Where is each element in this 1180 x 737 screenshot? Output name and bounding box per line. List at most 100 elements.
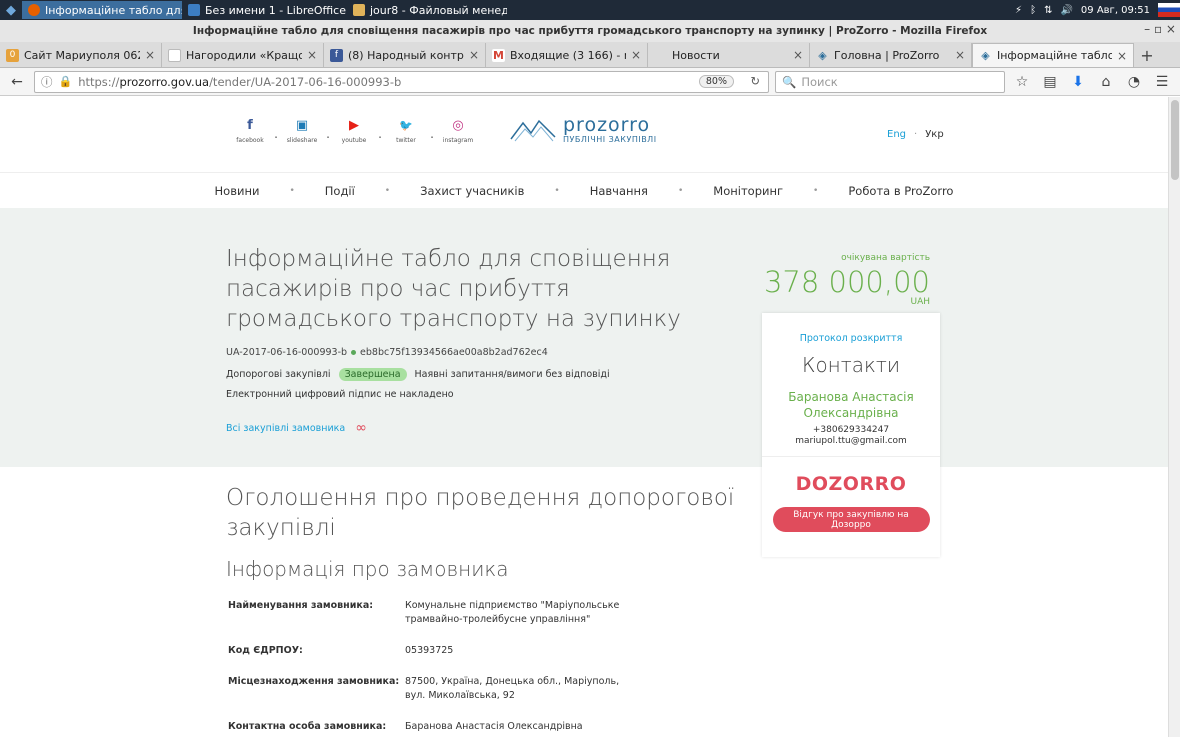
tender-hash: eb8bc75f13934566ae00a8b2ad762ec4 (360, 347, 548, 358)
download-icon[interactable]: ⬇ (1067, 71, 1089, 93)
taskbar-task-firefox[interactable]: Інформаційне табло для с... (22, 1, 182, 19)
browser-tab[interactable]: M Входящие (3 166) - news × (486, 43, 648, 67)
protocol-link[interactable]: Протокол розкриття (762, 333, 940, 344)
tender-title: Інформаційне табло для сповіщення пасажи… (226, 246, 681, 332)
back-button[interactable]: ← (6, 71, 28, 93)
tab-bar: 0 Сайт Мариуполя 0629.c × Нагородили «Кращ… (0, 22, 1180, 68)
libreoffice-writer-icon (188, 4, 200, 16)
social-label: youtube (341, 137, 367, 144)
tab-label: (8) Народный контроль (348, 48, 464, 62)
browser-tab[interactable]: f (8) Народный контроль × (324, 43, 486, 67)
bookmark-star-icon[interactable]: ☆ (1011, 71, 1033, 93)
row-value: Баранова Анастасія Олександрівна (405, 721, 583, 732)
browser-tab[interactable]: Нагородили «Кращого спор × (162, 43, 324, 67)
nav-item-events[interactable]: Події (295, 184, 385, 198)
search-icon: 🔍 (782, 74, 797, 89)
separator-dot: · (914, 129, 918, 140)
tender-id: UA-2017-06-16-000993-b (226, 347, 348, 358)
gmail-icon: M (492, 48, 505, 62)
search-placeholder: Поиск (801, 74, 838, 89)
taskbar-task-file-manager[interactable]: jour8 - Файловый менеджер (347, 1, 507, 19)
status-badge: Завершена (338, 368, 407, 381)
contacts-heading: Контакти (801, 353, 901, 377)
close-icon[interactable]: × (469, 48, 479, 62)
social-label: instagram (442, 137, 474, 144)
nav-item-news[interactable]: Новини (185, 184, 290, 198)
announcement-heading: Оголошення про проведення допорогової за… (226, 485, 735, 541)
nav-item-monitoring[interactable]: Моніторинг (683, 184, 813, 198)
new-tab-button[interactable]: + (1134, 43, 1160, 67)
scrollbar-thumb[interactable] (1171, 100, 1179, 180)
social-instagram[interactable]: ◎ instagram (434, 117, 482, 145)
social-label: slideshare (286, 137, 318, 144)
social-facebook[interactable]: f facebook (226, 117, 274, 145)
row-key: Найменування замовника: (228, 600, 374, 611)
browser-tab[interactable]: Новости × (648, 43, 810, 67)
status-dot-icon (351, 350, 357, 355)
tender-id-line: UA-2017-06-16-000993-b eb8bc75f13934566a… (226, 347, 548, 358)
keyboard-layout-flag-icon[interactable] (1158, 3, 1180, 17)
close-icon[interactable]: × (1117, 49, 1127, 63)
social-twitter[interactable]: 🐦 twitter (382, 117, 430, 145)
search-input[interactable]: 🔍 Поиск (775, 70, 1005, 93)
window-controls[interactable]: – ▫ × (1144, 22, 1176, 36)
table-row: Контактна особа замовника: Баранова Анаст… (226, 720, 746, 734)
tab-label: Інформаційне табло д (997, 49, 1112, 62)
close-icon[interactable]: × (145, 48, 155, 62)
home-icon[interactable]: ⌂ (1095, 71, 1117, 93)
taskbar-task-label: jour8 - Файловый менеджер (370, 3, 507, 17)
zoom-indicator[interactable]: 80% (698, 74, 734, 88)
menu-icon[interactable]: ☰ (1151, 71, 1173, 93)
nav-item-protection[interactable]: Захист учасників (390, 184, 554, 198)
browser-tab-active[interactable]: ◈ Інформаційне табло д × (972, 43, 1134, 67)
prozorro-logo[interactable]: prozorro ПУБЛІЧНІ ЗАКУПІВЛІ (509, 115, 657, 144)
social-label: twitter (396, 137, 416, 144)
tab-label: Нагородили «Кращого спор (186, 48, 302, 62)
customer-info-table: Найменування замовника: Комунальне підпри… (226, 599, 746, 734)
browser-tab[interactable]: ◈ Головна | ProZorro × (810, 43, 972, 67)
close-icon[interactable]: × (307, 48, 317, 62)
start-menu-icon[interactable]: ◆ (0, 0, 22, 20)
close-icon[interactable]: × (793, 48, 803, 62)
row-value: 05393725 (405, 645, 454, 656)
tender-meta: Допорогові закупівлі Завершена Наявні за… (226, 368, 610, 381)
binoculars-icon[interactable]: ∞ (355, 420, 367, 436)
language-switcher: Eng · Укр (887, 129, 944, 140)
firefox-icon (28, 4, 40, 16)
volume-icon[interactable]: 🔊 (1060, 5, 1072, 16)
bluetooth-icon[interactable]: ᛒ (1030, 5, 1036, 16)
folder-icon (353, 4, 365, 16)
browser-tab[interactable]: 0 Сайт Мариуполя 0629.c × (0, 43, 162, 67)
taskbar-task-label: Інформаційне табло для с... (45, 3, 182, 17)
nav-item-careers[interactable]: Робота в ProZorro (818, 184, 983, 198)
table-row: Найменування замовника: Комунальне підпри… (226, 599, 746, 627)
reading-list-icon[interactable]: ▤ (1039, 71, 1061, 93)
lang-en-link[interactable]: Eng (887, 129, 906, 140)
close-icon[interactable]: × (631, 48, 641, 62)
reload-icon[interactable]: ↻ (750, 74, 760, 88)
social-youtube[interactable]: ▶ youtube (330, 117, 378, 145)
nav-item-training[interactable]: Навчання (560, 184, 678, 198)
info-icon[interactable]: ⓘ (41, 74, 53, 90)
url-bar[interactable]: ⓘ 🔒 https://prozorro.gov.ua/tender/UA-20… (34, 70, 769, 93)
dozorro-feedback-button[interactable]: Відгук про закупівлю на Дозорро (772, 507, 930, 532)
contact-email[interactable]: mariupol.ttu@gmail.com (762, 436, 940, 446)
system-tray: ⚡ ᛒ ⇅ 🔊 09 Авг, 09:51 (1015, 0, 1180, 20)
social-slideshare[interactable]: ▣ slideshare (278, 117, 326, 145)
table-row: Місцезнаходження замовника: 87500, Україн… (226, 675, 746, 703)
all-purchases-link[interactable]: Всі закупівлі замовника (226, 423, 345, 434)
pocket-icon[interactable]: ◔ (1123, 71, 1145, 93)
page-scrollbar[interactable] (1168, 97, 1180, 737)
taskbar-task-libreoffice[interactable]: Без имени 1 - LibreOffice W... (182, 1, 347, 19)
close-icon[interactable]: × (955, 48, 965, 62)
power-plug-icon[interactable]: ⚡ (1015, 5, 1022, 16)
clock[interactable]: 09 Авг, 09:51 (1081, 5, 1150, 16)
browser-toolbar: ← ⓘ 🔒 https://prozorro.gov.ua/tender/UA-… (0, 68, 1180, 96)
all-purchases-row: Всі закупівлі замовника ∞ (226, 420, 367, 436)
row-value: 87500, Україна, Донецька обл., Маріуполь… (405, 676, 620, 701)
lang-ua-link[interactable]: Укр (925, 129, 943, 140)
social-links: f facebook . ▣ slideshare . ▶ youtube . 🐦 tw… (226, 117, 482, 145)
url-path: /tender/UA-2017-06-16-000993-b (209, 74, 402, 89)
taskbar-task-label: Без имени 1 - LibreOffice W... (205, 3, 347, 17)
network-icon[interactable]: ⇅ (1044, 5, 1052, 16)
